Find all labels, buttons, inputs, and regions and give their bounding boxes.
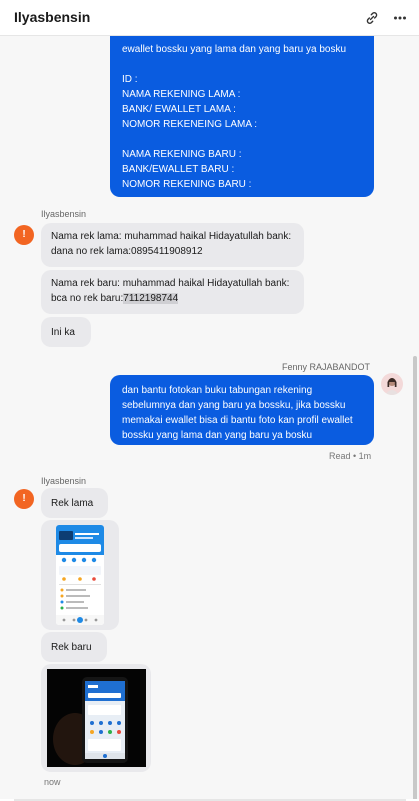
message-line: memakai ewallet bisa di bantu foto kan p… (122, 415, 353, 426)
more-icon[interactable] (390, 8, 410, 28)
image-attachment[interactable] (41, 664, 151, 772)
attachment-thumbnail[interactable] (47, 669, 146, 767)
incoming-message: Nama rek baru: muhammad haikal Hidayatul… (41, 270, 304, 314)
image-attachment[interactable] (41, 520, 119, 630)
message-line: dana no rek lama:0895411908912 (51, 246, 203, 257)
message-line: NOMOR REKENEING LAMA : (122, 119, 258, 130)
message-line (122, 57, 362, 72)
sender-name: Ilyasbensin (41, 476, 87, 486)
message-line: NAMA REKENING LAMA : (122, 89, 241, 100)
sender-name: Ilyasbensin (41, 209, 87, 219)
chat-title: Ilyasbensin (14, 9, 91, 25)
message-line: sebelumnya dan yang baru ya bossku, jika… (122, 400, 346, 411)
incoming-message: Nama rek lama: muhammad haikal Hidayatul… (41, 223, 304, 267)
avatar[interactable]: ! (14, 225, 34, 245)
message-line: dan bantu fotokan buku tabungan rekening (122, 385, 313, 396)
scrollbar[interactable] (413, 356, 417, 799)
message-line: NOMOR REKENING BARU : (122, 179, 252, 190)
message-text: bca no rek baru: (51, 293, 124, 304)
attachment-thumbnail[interactable] (56, 525, 104, 625)
message-line: bca no rek baru:7112198744 (51, 291, 294, 306)
message-line: NAMA REKENING BARU : (122, 149, 242, 160)
chat-header: Ilyasbensin (0, 0, 419, 36)
incoming-message: Rek baru (41, 632, 107, 662)
highlighted-text[interactable]: 7112198744 (123, 293, 179, 304)
message-line: ID : (122, 74, 138, 85)
message-list[interactable]: ewallet bossku yang lama dan yang baru y… (0, 36, 419, 799)
message-line: Nama rek lama: muhammad haikal Hidayatul… (51, 231, 292, 242)
avatar[interactable] (381, 373, 403, 395)
outgoing-message: ewallet bossku yang lama dan yang baru y… (110, 36, 374, 197)
message-line: bossku yang lama dan yang baru ya bosku (122, 430, 313, 441)
message-line: BANK/ EWALLET LAMA : (122, 104, 236, 115)
avatar[interactable]: ! (14, 489, 34, 509)
message-line: BANK/EWALLET BARU : (122, 164, 235, 175)
link-icon[interactable] (362, 8, 382, 28)
message-line: ewallet bossku yang lama dan yang baru y… (122, 44, 347, 55)
message-line: Nama rek baru: muhammad haikal Hidayatul… (51, 278, 290, 289)
incoming-message: Ini ka (41, 317, 91, 347)
sender-name: Fenny RAJABANDOT (282, 362, 371, 372)
incoming-message: Rek lama (41, 488, 108, 518)
message-line (122, 132, 362, 147)
message-time: now (44, 777, 61, 787)
outgoing-message: dan bantu fotokan buku tabungan rekening… (110, 375, 374, 445)
read-status: Read • 1m (329, 451, 372, 461)
